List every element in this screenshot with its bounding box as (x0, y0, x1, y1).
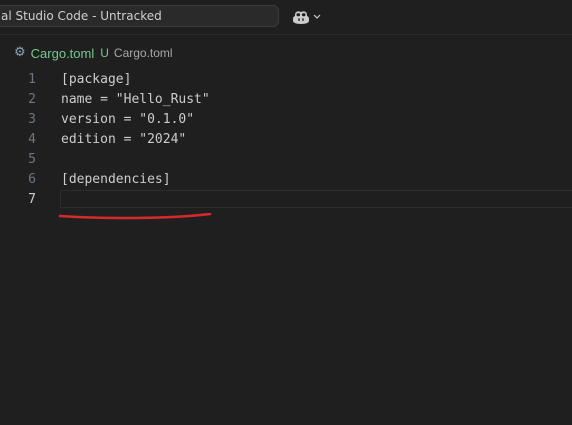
command-center-search[interactable]: al Studio Code - Untracked (0, 5, 279, 27)
copilot-menu-button[interactable] (292, 9, 322, 25)
line-number: 5 (28, 152, 36, 167)
code-line-active[interactable]: 7 (0, 190, 572, 210)
red-underline-annotation (58, 213, 212, 220)
breadcrumb: ⚙ Cargo.toml U Cargo.toml (14, 44, 173, 62)
line-number: 6 (28, 172, 36, 187)
line-number: 7 (28, 192, 36, 207)
code-line[interactable]: 6 [dependencies] (0, 170, 572, 190)
code-editor[interactable]: 1 [package] 2 name = "Hello_Rust" 3 vers… (0, 69, 572, 425)
code-line[interactable]: 3 version = "0.1.0" (0, 110, 572, 130)
git-status-badge: U (100, 46, 109, 60)
title-bar: al Studio Code - Untracked (0, 0, 572, 34)
line-number: 4 (28, 132, 36, 147)
breadcrumb-path[interactable]: Cargo.toml (114, 46, 173, 60)
gear-icon: ⚙ (14, 45, 26, 60)
code-line-text[interactable]: name = "Hello_Rust" (61, 90, 210, 110)
line-number: 1 (28, 72, 36, 87)
code-line-text[interactable]: [package] (61, 70, 131, 90)
current-line-highlight (60, 190, 572, 208)
code-line[interactable]: 4 edition = "2024" (0, 130, 572, 150)
code-line[interactable]: 5 (0, 150, 572, 170)
line-number: 3 (28, 112, 36, 127)
code-line-text[interactable]: edition = "2024" (61, 130, 186, 150)
copilot-icon (293, 11, 309, 24)
window-title: al Studio Code - Untracked (1, 9, 162, 23)
code-line-text[interactable]: version = "0.1.0" (61, 110, 194, 130)
code-line[interactable]: 2 name = "Hello_Rust" (0, 90, 572, 110)
line-number: 2 (28, 92, 36, 107)
title-bar-divider (0, 34, 572, 35)
chevron-down-icon (313, 14, 321, 19)
breadcrumb-file-tab[interactable]: Cargo.toml (31, 46, 95, 61)
code-line-text[interactable]: [dependencies] (61, 170, 171, 190)
code-line[interactable]: 1 [package] (0, 70, 572, 90)
